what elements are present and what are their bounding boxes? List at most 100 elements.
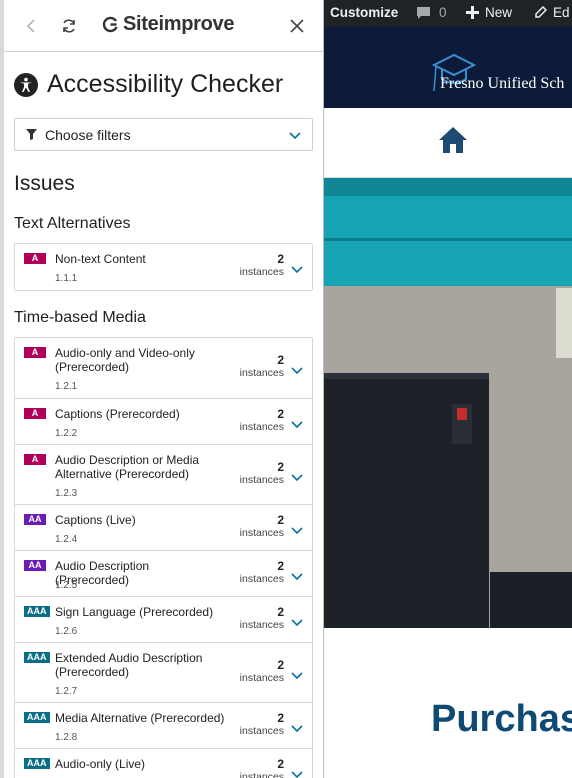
instance-count: 2 [277,658,284,672]
instances-label: instances [239,367,284,379]
instance-count: 2 [277,605,284,619]
hero-image [324,178,572,628]
chevron-down-icon[interactable] [290,767,304,778]
criterion-code: 1.2.7 [55,686,78,697]
website-background: Customize 0 New Ed Fresno Unified Sch Pu… [324,0,572,778]
panel-toolbar: Siteimprove [4,0,323,52]
issue-row[interactable]: A Audio Description or Media Alternative … [15,444,312,504]
instance-count: 2 [277,711,284,725]
issue-row[interactable]: AAAAudio-only (Live)1.2.92instances [15,748,312,778]
instance-count: 2 [277,757,284,771]
criterion-code: 1.2.4 [55,534,78,545]
chevron-down-icon[interactable] [290,721,304,735]
criterion-code: 1.2.8 [55,732,78,743]
issue-title: Extended Audio Description (Prerecorded) [55,651,203,679]
edit-label: Ed [553,5,570,20]
issue-list: A Non-text Content 1.1.1 2 instances [14,243,313,291]
criterion-code: 1.2.2 [55,428,78,439]
instances-label: instances [239,421,284,433]
issue-title: Captions (Prerecorded) [55,407,180,421]
issue-row[interactable]: AAA Sign Language (Prerecorded) 1.2.6 2 inst… [15,596,312,642]
comments-link[interactable]: 0 [416,5,447,20]
issue-row[interactable]: A Captions (Prerecorded) 1.2.2 2 instances [15,398,312,444]
pencil-icon [535,6,547,18]
chevron-down-icon[interactable] [290,417,304,431]
chevron-down-icon[interactable] [290,668,304,682]
issue-title: Sign Language (Prerecorded) [55,605,214,619]
close-button[interactable] [285,14,309,38]
issue-title: Audio-only and Video-only (Prerecorded) [55,346,195,374]
issue-title: Non-text Content [55,252,146,266]
panel-title-row: Accessibility Checker [14,70,283,99]
issue-title: Audio Description or Media Alternative (… [55,453,200,481]
level-badge: AAA [24,606,50,617]
brand-name: Siteimprove [123,13,235,35]
refresh-button[interactable] [57,14,81,38]
instances-label: instances [239,266,284,278]
issue-title: Audio Description (Prerecorded) [55,559,150,587]
chevron-down-icon[interactable] [290,363,304,377]
issues-heading: Issues [14,172,75,195]
chevron-down-icon[interactable] [290,470,304,484]
page-heading: Purchas [431,698,572,740]
new-link[interactable]: New [466,5,512,20]
chevron-down-icon[interactable] [290,262,304,276]
wp-admin-bar: Customize 0 New Ed [324,0,572,27]
criterion-code: 1.2.5 [55,580,78,591]
close-icon [290,19,304,33]
page-title: Accessibility Checker [47,70,284,98]
refresh-icon [63,19,75,33]
accessibility-icon [14,72,38,97]
instance-count: 2 [277,513,284,527]
customize-link[interactable]: Customize [324,5,398,20]
filter-icon [26,129,37,140]
level-badge: A [24,347,46,358]
site-header [324,27,572,108]
level-badge: AA [24,560,46,571]
group-heading: Time-based Media [14,309,146,326]
issue-title: Audio-only (Live) [55,757,146,771]
issue-row[interactable]: A Non-text Content 1.1.1 2 instances [15,244,312,290]
instance-count: 2 [277,407,284,421]
criterion-code: 1.2.6 [55,626,78,637]
issue-list: A Audio-only and Video-only (Prerecorded)… [14,337,313,778]
instances-label: instances [239,672,284,684]
level-badge: AAA [24,652,50,663]
edit-link[interactable]: Ed [534,5,570,20]
issue-row[interactable]: AA Audio Description (Prerecorded) 1.2.5 2 i… [15,550,312,596]
chevron-down-icon[interactable] [290,523,304,537]
instance-count: 2 [277,252,284,266]
filter-label: Choose filters [45,126,131,143]
criterion-code: 1.1.1 [55,273,78,284]
issue-row[interactable]: A Audio-only and Video-only (Prerecorded)… [15,338,312,398]
group-heading: Text Alternatives [14,215,131,232]
panel-left-edge [0,0,4,778]
issue-row[interactable]: AAA Extended Audio Description (Prerecord… [15,642,312,702]
issue-row[interactable]: AAA Media Alternative (Prerecorded) 1.2.8 2… [15,702,312,748]
level-badge: AA [24,514,46,525]
plus-icon [466,6,479,19]
comment-count: 0 [439,5,447,20]
hero-photo [324,178,572,628]
chevron-down-icon[interactable] [290,569,304,583]
issue-row[interactable]: AA Captions (Live) 1.2.4 2 instances [15,504,312,550]
level-badge: AAA [24,712,50,723]
level-badge: A [24,454,46,465]
filter-dropdown[interactable]: Choose filters [14,118,313,151]
site-logo-text[interactable]: Fresno Unified Sch [440,75,564,93]
siteimprove-logo: Siteimprove [102,13,234,36]
chevron-down-icon[interactable] [290,615,304,629]
chevron-down-icon [289,132,301,140]
siteimprove-logo-icon [102,16,118,33]
issue-title: Captions (Live) [55,513,136,527]
siteimprove-panel: Siteimprove Accessibility Checker Choose… [0,0,324,778]
instances-label: instances [239,527,284,539]
criterion-code: 1.2.1 [55,381,78,392]
new-label: New [485,5,513,20]
instance-count: 2 [277,460,284,474]
instances-label: instances [239,474,284,486]
criterion-code: 1.2.3 [55,488,78,499]
home-icon[interactable] [437,125,469,155]
back-button[interactable] [19,14,43,38]
instances-label: instances [239,619,284,631]
